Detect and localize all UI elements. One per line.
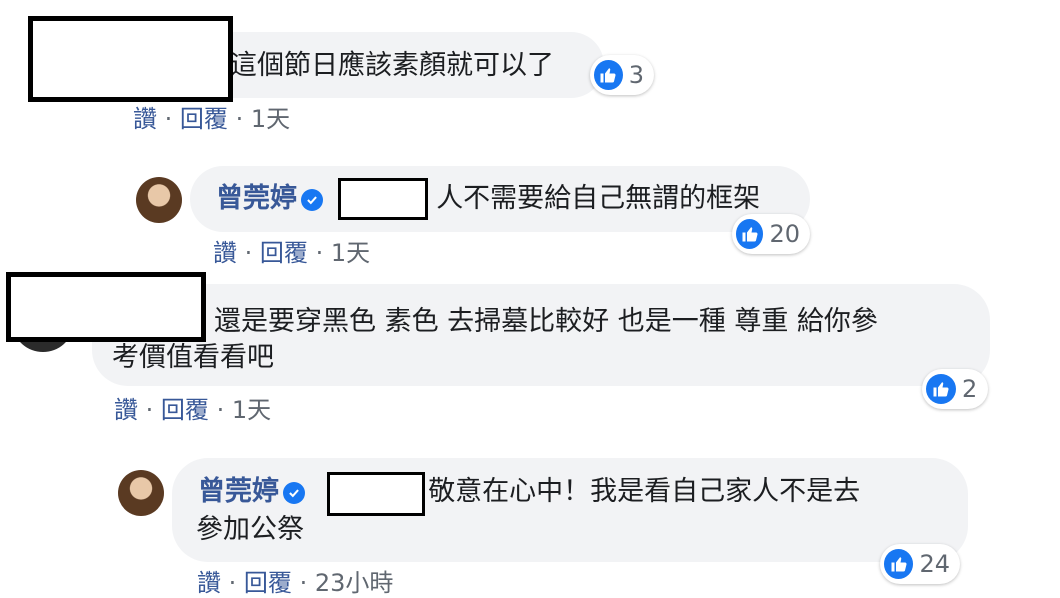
author-name[interactable]: 曾莞婷 bbox=[198, 476, 279, 507]
separator-dot: · bbox=[235, 105, 244, 133]
separator-dot: · bbox=[145, 396, 154, 424]
reaction-count-label: 20 bbox=[769, 220, 800, 248]
redaction-box bbox=[28, 16, 233, 102]
comment-actions: 讚 · 回覆 · 23小時 bbox=[197, 568, 393, 598]
like-link[interactable]: 讚 bbox=[114, 396, 138, 424]
like-link[interactable]: 讚 bbox=[213, 239, 237, 267]
comment-text: 考價值看看吧 bbox=[112, 342, 274, 373]
comment-actions: 讚 · 回覆 · 1天 bbox=[133, 104, 290, 134]
thumbs-up-icon bbox=[884, 549, 914, 579]
separator-dot: · bbox=[244, 239, 253, 267]
reaction-count[interactable]: 20 bbox=[732, 214, 810, 254]
timestamp[interactable]: 1天 bbox=[232, 396, 271, 424]
comment-text: 還是要穿黑色 素色 去掃墓比較好 也是一種 尊重 給你參 bbox=[214, 306, 878, 337]
like-link[interactable]: 讚 bbox=[197, 569, 221, 597]
reaction-count-label: 3 bbox=[628, 61, 644, 89]
avatar[interactable] bbox=[118, 470, 164, 516]
separator-dot: · bbox=[315, 239, 324, 267]
reaction-count-label: 2 bbox=[962, 375, 978, 403]
reply-link[interactable]: 回覆 bbox=[244, 569, 292, 597]
thumbs-up-icon bbox=[736, 219, 764, 249]
reaction-count-label: 24 bbox=[919, 550, 950, 578]
timestamp[interactable]: 1天 bbox=[251, 105, 290, 133]
timestamp[interactable]: 1天 bbox=[331, 239, 370, 267]
separator-dot: · bbox=[228, 569, 237, 597]
reply-link[interactable]: 回覆 bbox=[260, 239, 308, 267]
reaction-count[interactable]: 24 bbox=[880, 544, 960, 584]
like-link[interactable]: 讚 bbox=[133, 105, 157, 133]
separator-dot: · bbox=[164, 105, 173, 133]
comment-text: 這個節日應該素顏就可以了 bbox=[230, 50, 554, 81]
reaction-count[interactable]: 3 bbox=[590, 55, 654, 95]
comment-text: 人不需要給自己無謂的框架 bbox=[436, 183, 761, 214]
reaction-count[interactable]: 2 bbox=[922, 369, 988, 409]
comment-body: 曾莞婷 人不需要給自己無謂的框架 bbox=[216, 181, 760, 217]
thumbs-up-icon bbox=[926, 374, 956, 404]
comment-text: 參加公祭 bbox=[196, 514, 304, 545]
verified-check-icon bbox=[283, 481, 305, 504]
reply-link[interactable]: 回覆 bbox=[161, 396, 209, 424]
reply-link[interactable]: 回覆 bbox=[180, 105, 228, 133]
redaction-box bbox=[338, 178, 428, 220]
separator-dot: · bbox=[299, 569, 308, 597]
comment-body: 曾莞婷 敬意在心中！我是看自己家人不是去 bbox=[198, 474, 860, 510]
author-name[interactable]: 曾莞婷 bbox=[216, 183, 297, 214]
redaction-box bbox=[6, 272, 206, 342]
comment-actions: 讚 · 回覆 · 1天 bbox=[114, 395, 271, 425]
comment-text: 敬意在心中！我是看自己家人不是去 bbox=[428, 476, 861, 507]
thumbs-up-icon bbox=[594, 60, 623, 90]
verified-check-icon bbox=[301, 188, 323, 211]
comment-actions: 讚 · 回覆 · 1天 bbox=[213, 238, 370, 268]
avatar[interactable] bbox=[136, 177, 182, 223]
timestamp[interactable]: 23小時 bbox=[315, 569, 394, 597]
separator-dot: · bbox=[216, 396, 225, 424]
redaction-box bbox=[327, 472, 425, 516]
